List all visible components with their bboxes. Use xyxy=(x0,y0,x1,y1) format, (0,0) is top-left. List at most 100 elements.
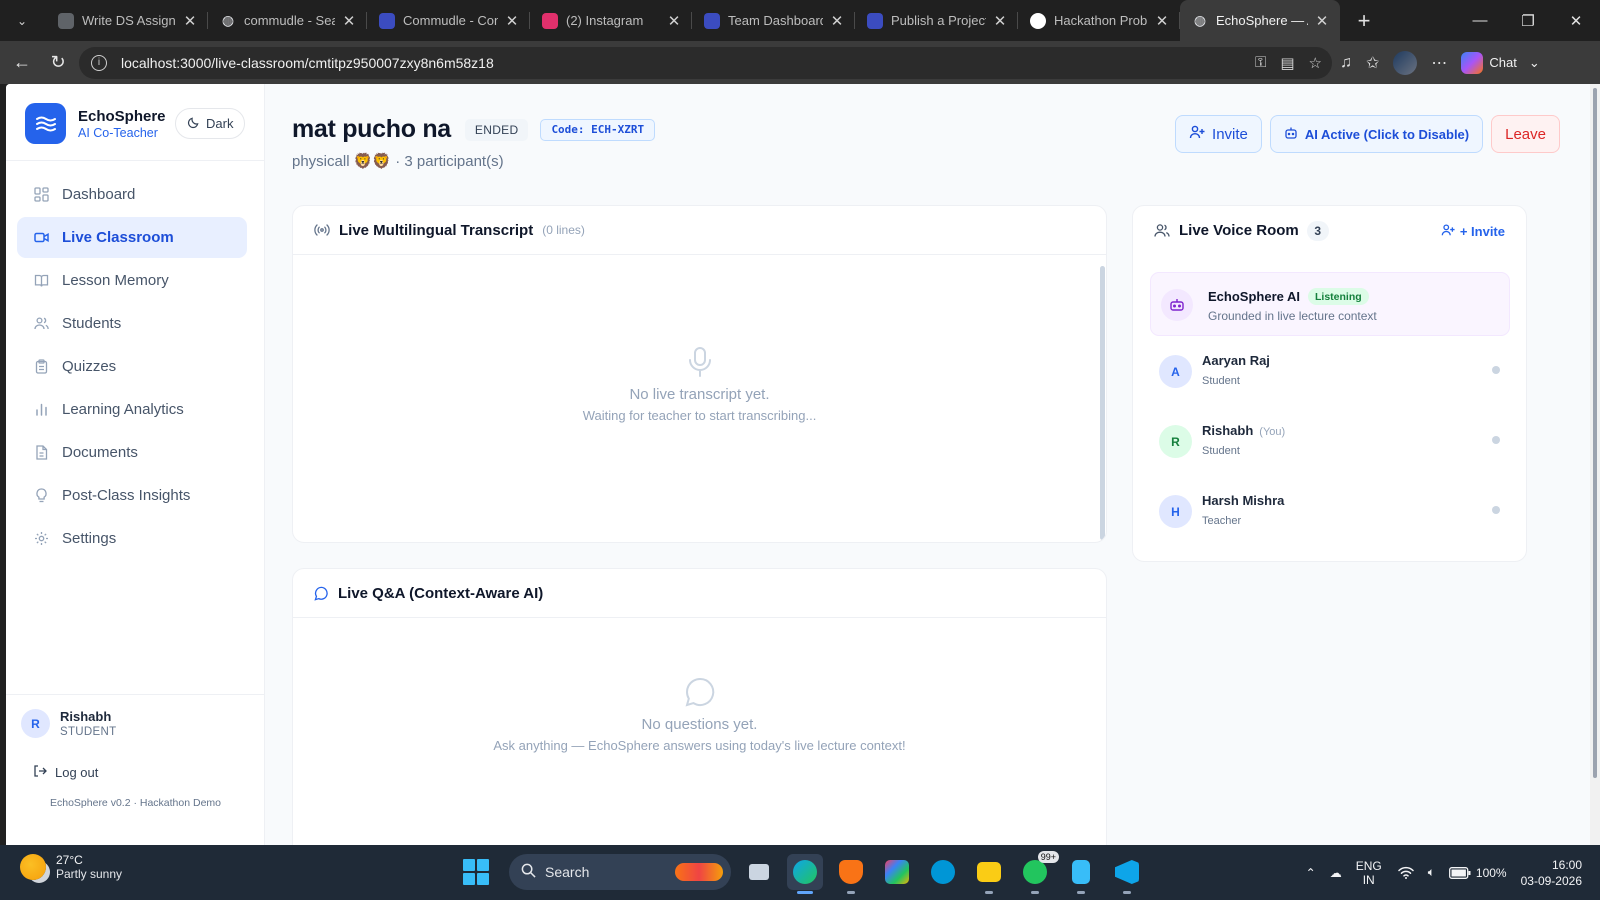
sidebar-item-settings[interactable]: Settings xyxy=(17,518,247,559)
sidebar-item-learning-analytics[interactable]: Learning Analytics xyxy=(17,389,247,430)
close-tab-icon[interactable]: ✕ xyxy=(182,12,198,30)
page-scrollbar[interactable] xyxy=(1590,84,1600,845)
page-scrollbar-thumb[interactable] xyxy=(1593,88,1597,778)
close-tab-icon[interactable]: ✕ xyxy=(829,12,845,30)
microphone-icon xyxy=(293,346,1106,378)
chevron-down-icon: ⌄ xyxy=(1528,54,1540,70)
site-info-icon[interactable]: i xyxy=(91,54,107,71)
hp-app-icon[interactable] xyxy=(925,854,961,890)
sidebar-item-lesson-memory[interactable]: Lesson Memory xyxy=(17,260,247,301)
transcript-scrollbar[interactable] xyxy=(1100,266,1105,540)
restore-icon[interactable]: ❐ xyxy=(1504,0,1552,41)
room-code-badge[interactable]: Code: ECH-XZRT xyxy=(540,118,656,141)
sidebar-item-students[interactable]: Students xyxy=(17,303,247,344)
participant-row: H Harsh Mishra Teacher xyxy=(1150,482,1510,538)
ai-toggle-button[interactable]: AI Active (Click to Disable) xyxy=(1269,115,1484,153)
wifi-icon[interactable] xyxy=(1397,866,1414,879)
notification-badge: 99+ xyxy=(1037,851,1059,863)
sidebar-item-label: Documents xyxy=(62,444,138,461)
copilot-chat-button[interactable]: Chat ⌄ xyxy=(1461,51,1540,74)
echosphere-logo-icon xyxy=(25,103,66,144)
language-indicator[interactable]: ENG IN xyxy=(1356,859,1382,887)
brand[interactable]: EchoSphere AI Co-Teacher xyxy=(25,103,166,144)
browser-tab[interactable]: ◍ commudle - Search ✕ xyxy=(208,0,367,41)
browser-tab-label: Team Dashboard | I xyxy=(728,13,823,28)
qa-empty-subtitle: Ask anything — EchoSphere answers using … xyxy=(493,738,906,753)
browser-tab[interactable]: Publish a Project - I ✕ xyxy=(855,0,1018,41)
bot-icon xyxy=(1161,289,1193,321)
transcript-empty-state: No live transcript yet. Waiting for teac… xyxy=(293,346,1106,423)
sidebar-item-documents[interactable]: Documents xyxy=(17,432,247,473)
logout-button[interactable]: Log out xyxy=(33,764,98,781)
browser-tab[interactable]: ◍ EchoSphere — AI C ✕ xyxy=(1180,0,1340,41)
more-menu-icon[interactable]: ⋯ xyxy=(1431,53,1447,73)
page-title: mat pucho na xyxy=(292,115,451,143)
reader-view-icon[interactable]: ▤ xyxy=(1280,54,1294,72)
close-tab-icon[interactable]: ✕ xyxy=(1154,12,1170,30)
participant-name-row: Aaryan Raj xyxy=(1202,353,1276,368)
back-icon[interactable]: ← xyxy=(4,47,40,79)
notepad-icon[interactable] xyxy=(1063,854,1099,894)
language-code: ENG xyxy=(1355,858,1382,873)
close-tab-icon[interactable]: ✕ xyxy=(504,12,520,30)
windows-taskbar: 27°C Partly sunny Search 99+ ⌃ ☁ ENG IN xyxy=(0,845,1600,900)
voice-room-invite-button[interactable]: + Invite xyxy=(1441,223,1505,240)
leave-button[interactable]: Leave xyxy=(1491,115,1560,153)
sidebar-item-quizzes[interactable]: Quizzes xyxy=(17,346,247,387)
vscode-icon[interactable] xyxy=(1109,854,1145,894)
sidebar-item-dashboard[interactable]: Dashboard xyxy=(17,174,247,215)
volume-icon[interactable]: 🔈︎ xyxy=(1428,865,1435,880)
close-tab-icon[interactable]: ✕ xyxy=(341,12,357,30)
clock[interactable]: 16:00 03-09-2026 xyxy=(1521,857,1582,889)
profile-avatar[interactable] xyxy=(1393,50,1418,75)
refresh-icon[interactable]: ↻ xyxy=(40,47,76,79)
qa-card: Live Q&A (Context-Aware AI) No questions… xyxy=(292,568,1107,845)
weather-widget[interactable]: 27°C Partly sunny xyxy=(20,853,122,881)
taskbar-apps: Search 99+ xyxy=(463,851,1145,894)
sidebar-item-live-classroom[interactable]: Live Classroom xyxy=(17,217,247,258)
onedrive-icon[interactable]: ☁ xyxy=(1330,866,1342,880)
user-card[interactable]: R Rishabh STUDENT xyxy=(21,709,116,738)
windows-start-icon[interactable] xyxy=(463,859,489,885)
close-tab-icon[interactable]: ✕ xyxy=(666,12,682,30)
invite-label: Invite xyxy=(1212,125,1248,143)
address-bar[interactable]: i localhost:3000/live-classroom/cmtitpz9… xyxy=(79,46,1332,79)
users-icon xyxy=(34,316,49,331)
browser-tab[interactable]: Hackathon Problem ✕ xyxy=(1018,0,1180,41)
close-window-icon[interactable]: ✕ xyxy=(1552,0,1600,41)
close-tab-icon[interactable]: ✕ xyxy=(992,12,1008,30)
favorites-icon[interactable]: ✩ xyxy=(1366,53,1379,73)
favorite-star-icon[interactable]: ☆ xyxy=(1309,54,1322,72)
minimize-icon[interactable]: — xyxy=(1456,0,1504,41)
close-tab-icon[interactable]: ✕ xyxy=(1314,12,1330,30)
lightbulb-icon xyxy=(34,488,49,503)
browser-tab[interactable]: Commudle - Conne ✕ xyxy=(367,0,530,41)
bars-favicon-icon xyxy=(379,12,395,29)
bars-favicon-icon xyxy=(704,12,720,29)
sidebar-item-label: Lesson Memory xyxy=(62,272,169,289)
sidebar-item-post-class-insights[interactable]: Post-Class Insights xyxy=(17,475,247,516)
taskbar-search[interactable]: Search xyxy=(509,854,731,890)
circle-favicon-icon xyxy=(58,12,74,29)
new-tab-icon[interactable]: + xyxy=(1348,5,1380,37)
task-view-icon[interactable] xyxy=(741,854,777,890)
whatsapp-icon[interactable]: 99+ xyxy=(1017,851,1059,894)
file-explorer-icon[interactable] xyxy=(971,854,1007,894)
chevron-up-icon[interactable]: ⌃ xyxy=(1306,866,1316,880)
browser-tab[interactable]: Write DS Assignme ✕ xyxy=(46,0,208,41)
microsoft-store-icon[interactable] xyxy=(879,854,915,890)
edge-browser-icon[interactable] xyxy=(787,854,823,894)
invite-button[interactable]: Invite xyxy=(1175,115,1262,153)
browser-tab[interactable]: Team Dashboard | I ✕ xyxy=(692,0,855,41)
theme-toggle-button[interactable]: Dark xyxy=(175,108,246,139)
ai-participant-name: EchoSphere AI xyxy=(1208,289,1300,304)
browser-tab[interactable]: (2) Instagram ✕ xyxy=(530,0,692,41)
key-icon[interactable]: ⚿ xyxy=(1255,54,1266,72)
media-icon[interactable]: ♫ xyxy=(1340,54,1352,72)
brand-name: EchoSphere xyxy=(78,107,166,125)
tab-actions-menu-icon[interactable]: ⌄ xyxy=(6,7,38,35)
battery-icon[interactable]: 100% xyxy=(1448,866,1507,880)
gear-icon xyxy=(34,531,49,546)
logout-icon xyxy=(33,764,47,781)
brave-browser-icon[interactable] xyxy=(833,854,869,894)
